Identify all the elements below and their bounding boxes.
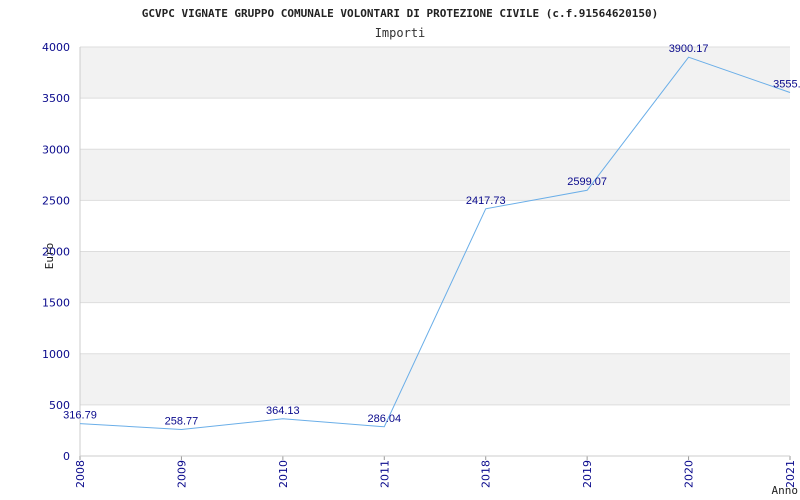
x-tick-label: 2010 — [277, 460, 290, 488]
x-tick-label: 2018 — [480, 460, 493, 488]
background-band — [80, 149, 790, 201]
background-band — [80, 302, 790, 354]
background-band — [80, 251, 790, 303]
data-label: 258.77 — [165, 416, 199, 428]
x-tick-label: 2011 — [378, 460, 391, 488]
chart-subtitle: Importi — [375, 26, 426, 40]
y-tick-label: 3500 — [42, 92, 70, 105]
y-axis-label: Euro — [43, 243, 56, 270]
data-label: 3555.0 — [773, 79, 800, 91]
y-tick-label: 1500 — [42, 297, 70, 310]
y-tick-label: 0 — [63, 450, 70, 463]
y-tick-label: 4000 — [42, 41, 70, 54]
data-label: 286.04 — [367, 413, 401, 425]
background-band — [80, 353, 790, 405]
background-band — [80, 98, 790, 150]
data-label: 3900.17 — [669, 43, 709, 55]
data-label: 2417.73 — [466, 195, 506, 207]
x-tick-label: 2019 — [581, 460, 594, 488]
line-chart: 05001000150020002500300035004000 2008 200… — [42, 7, 800, 497]
y-tick-label: 2500 — [42, 194, 70, 207]
y-tick-label: 3000 — [42, 143, 70, 156]
data-label: 316.79 — [63, 410, 97, 422]
x-tick-label: 2020 — [683, 460, 696, 488]
background-band — [80, 404, 790, 456]
x-tick-label: 2009 — [175, 460, 188, 488]
chart-title: GCVPC VIGNATE GRUPPO COMUNALE VOLONTARI … — [142, 7, 659, 20]
x-tick-label: 2008 — [74, 460, 87, 488]
x-tick-labels: 2008 2009 2010 2011 2018 2019 2020 2021 — [74, 460, 797, 488]
background-band — [80, 200, 790, 252]
data-label: 364.13 — [266, 405, 300, 417]
data-label: 2599.07 — [567, 176, 607, 188]
y-tick-label: 1000 — [42, 348, 70, 361]
x-axis-label: Anno — [772, 484, 799, 497]
